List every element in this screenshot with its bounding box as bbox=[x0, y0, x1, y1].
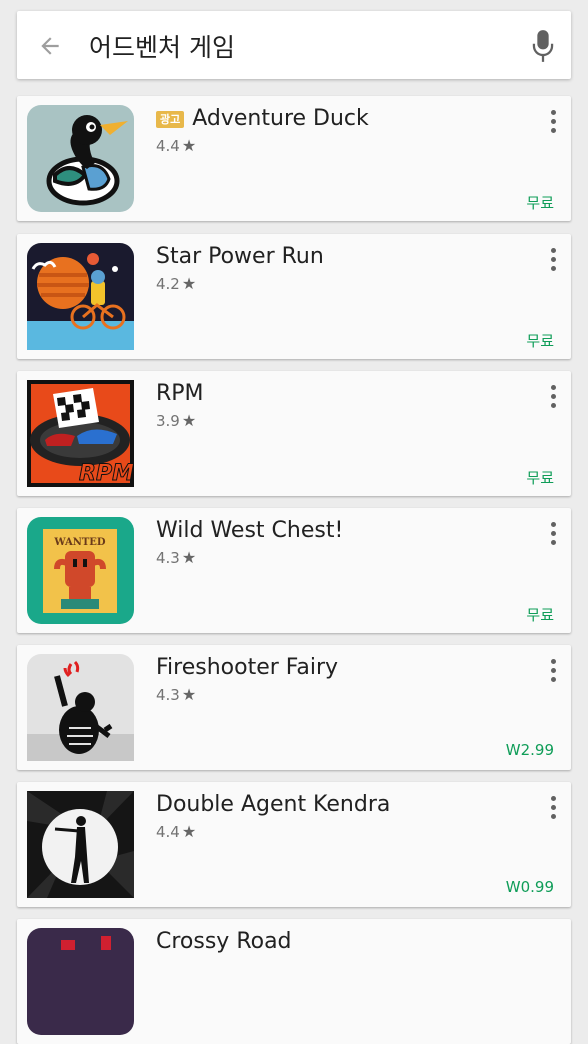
app-card[interactable]: RPM RPM 3.9 ★ 무료 bbox=[17, 371, 571, 496]
app-price[interactable]: 무료 bbox=[526, 467, 554, 488]
app-price[interactable]: 무료 bbox=[526, 192, 554, 213]
app-card[interactable]: Fireshooter Fairy 4.3 ★ W2.99 bbox=[17, 645, 571, 770]
star-icon: ★ bbox=[181, 548, 197, 567]
app-price[interactable]: 무료 bbox=[526, 330, 554, 351]
svg-text:WANTED: WANTED bbox=[53, 537, 106, 548]
more-vert-icon[interactable] bbox=[549, 659, 557, 685]
app-rating: 4.2 ★ bbox=[156, 274, 197, 293]
app-title[interactable]: Double Agent Kendra bbox=[156, 792, 390, 818]
app-price[interactable]: W0.99 bbox=[506, 878, 554, 896]
app-icon-crossy-road[interactable] bbox=[27, 928, 134, 1035]
star-icon: ★ bbox=[181, 411, 197, 430]
app-icon-double-agent-kendra[interactable] bbox=[27, 791, 134, 898]
app-title[interactable]: Star Power Run bbox=[156, 244, 324, 270]
app-title[interactable]: Adventure Duck bbox=[192, 106, 369, 132]
more-vert-icon[interactable] bbox=[549, 110, 557, 136]
app-icon-wild-west-chest[interactable]: WANTED bbox=[27, 517, 134, 624]
more-vert-icon[interactable] bbox=[549, 248, 557, 274]
star-icon: ★ bbox=[181, 685, 197, 704]
app-icon-adventure-duck[interactable] bbox=[27, 105, 134, 212]
app-rating: 4.3 ★ bbox=[156, 548, 197, 567]
app-title[interactable]: RPM bbox=[156, 381, 204, 407]
app-icon-fireshooter-fairy[interactable] bbox=[27, 654, 134, 761]
app-rating: 4.3 ★ bbox=[156, 685, 197, 704]
app-icon-star-power-run[interactable] bbox=[27, 243, 134, 350]
search-query[interactable]: 어드벤처 게임 bbox=[89, 28, 235, 64]
app-rating: 4.4 ★ bbox=[156, 136, 197, 155]
app-rating: 3.9 ★ bbox=[156, 411, 197, 430]
app-icon-rpm[interactable]: RPM bbox=[27, 380, 134, 487]
app-title[interactable]: Wild West Chest! bbox=[156, 518, 343, 544]
arrow-left-icon[interactable] bbox=[37, 33, 63, 59]
more-vert-icon[interactable] bbox=[549, 796, 557, 822]
app-price[interactable]: W2.99 bbox=[506, 741, 554, 759]
more-vert-icon[interactable] bbox=[549, 522, 557, 548]
app-title[interactable]: Crossy Road bbox=[156, 929, 292, 955]
search-bar[interactable]: 어드벤처 게임 bbox=[17, 11, 571, 79]
app-card[interactable]: Star Power Run 4.2 ★ 무료 bbox=[17, 234, 571, 359]
ad-badge: 광고 bbox=[156, 110, 185, 128]
microphone-icon[interactable] bbox=[529, 29, 557, 63]
star-icon: ★ bbox=[181, 822, 197, 841]
app-rating: 4.4 ★ bbox=[156, 822, 197, 841]
svg-text:RPM: RPM bbox=[79, 461, 134, 486]
app-card[interactable]: Double Agent Kendra 4.4 ★ W0.99 bbox=[17, 782, 571, 907]
more-vert-icon[interactable] bbox=[549, 385, 557, 411]
app-title[interactable]: Fireshooter Fairy bbox=[156, 655, 338, 681]
star-icon: ★ bbox=[181, 274, 197, 293]
star-icon: ★ bbox=[181, 136, 197, 155]
app-card[interactable]: 광고 Adventure Duck 4.4 ★ 무료 bbox=[17, 96, 571, 221]
app-card[interactable]: WANTED Wild West Chest! 4.3 ★ 무료 bbox=[17, 508, 571, 633]
app-card[interactable]: Crossy Road bbox=[17, 919, 571, 1044]
app-price[interactable]: 무료 bbox=[526, 604, 554, 625]
